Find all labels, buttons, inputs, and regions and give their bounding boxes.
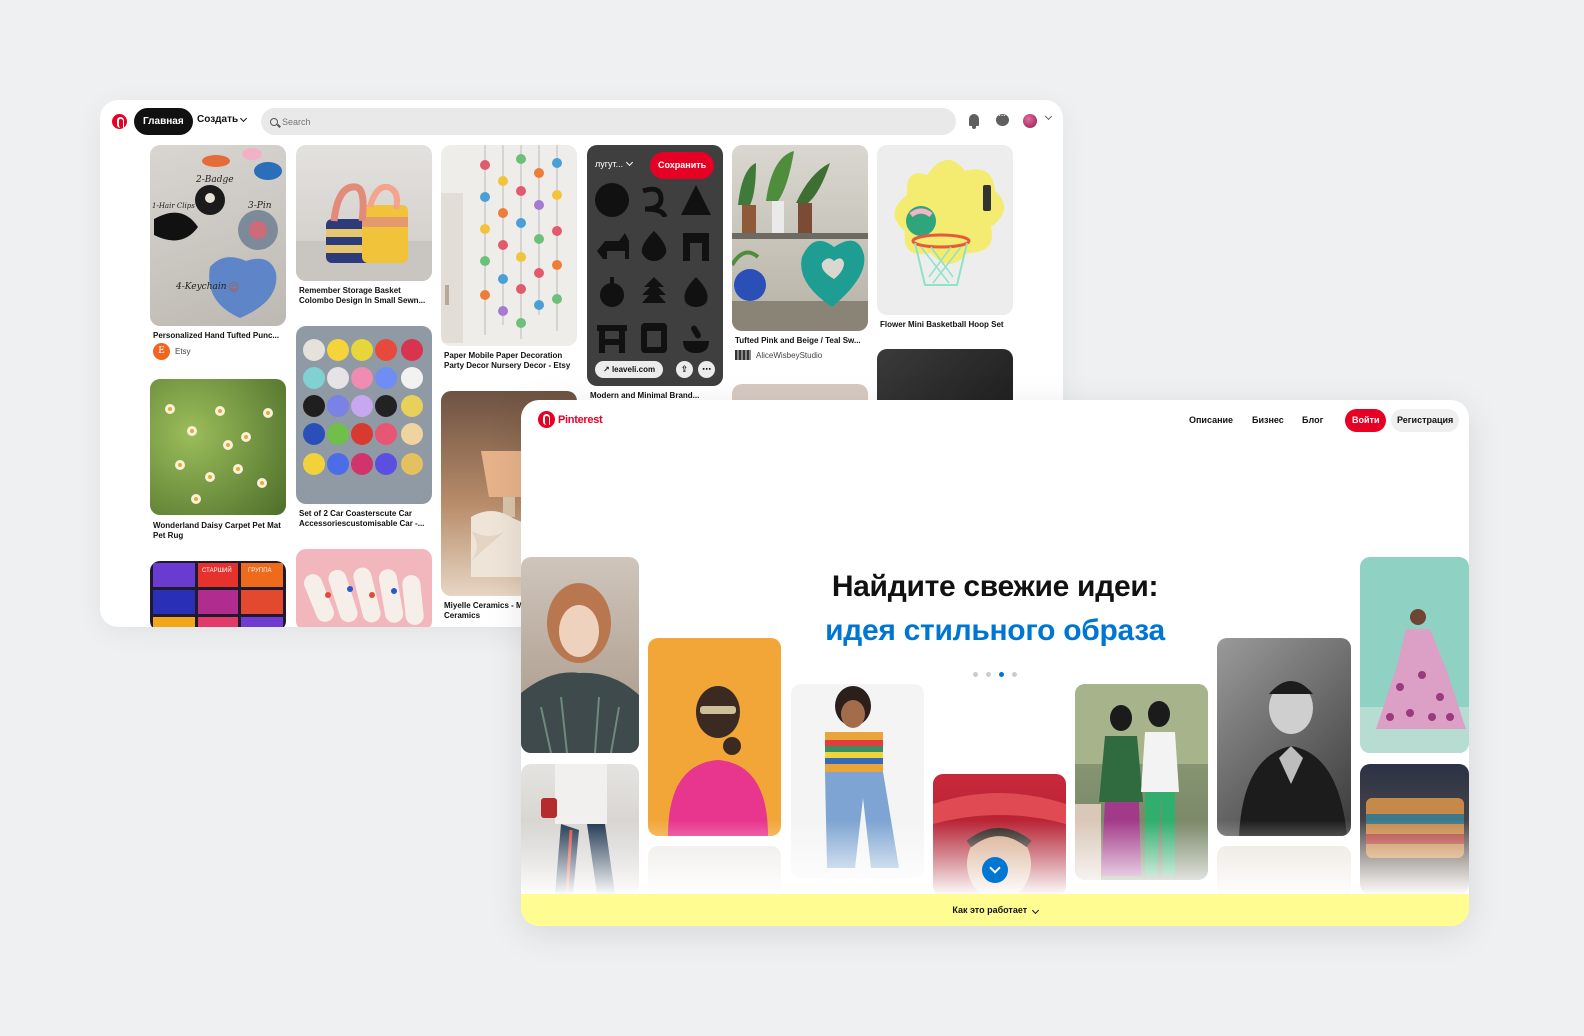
pin-source[interactable]: E Etsy [153, 343, 191, 360]
plants-heart-illustration [732, 151, 868, 331]
etsy-logo-icon: E [153, 343, 170, 360]
pin-image-posters[interactable]: СТАРШИЙ ГРУППА [150, 561, 286, 627]
woman-floral-dress-illustration [1360, 609, 1469, 753]
pinterest-logo-icon [538, 411, 555, 428]
how-it-works-bar[interactable]: Как это работает [521, 894, 1469, 926]
man-bw-illustration [1239, 681, 1347, 836]
daisy-rug-illustration [165, 404, 273, 504]
photo-man-pink-sweater [648, 638, 781, 836]
carousel-dot-active[interactable] [999, 672, 1004, 677]
signup-button[interactable]: Регистрация [1391, 409, 1460, 432]
pin-image-brand-shapes[interactable]: лугут... Сохранить ↗ leaveli.com ⇪ ⋯ [587, 145, 723, 386]
nails-illustration [304, 567, 424, 625]
badge-text: 2-Badge [195, 175, 234, 185]
how-it-works-label: Как это работает [952, 905, 1028, 915]
search-icon [270, 117, 278, 126]
nav-create-button[interactable]: Создать [197, 114, 248, 125]
arrow-up-right-icon: ↗ [603, 365, 612, 374]
woman-plaid-illustration [521, 583, 639, 753]
avatar[interactable] [1023, 114, 1037, 128]
chevron-down-icon[interactable] [1044, 112, 1053, 121]
chevron-down-icon [240, 114, 248, 122]
man-pink-sweater-illustration [668, 686, 768, 836]
search-input[interactable]: Search [261, 108, 956, 135]
brand-shapes-grid [595, 183, 715, 355]
scroll-down-button[interactable] [982, 857, 1008, 883]
pin-source-label: Etsy [175, 347, 191, 356]
pin-title[interactable]: Flower Mini Basketball Hoop Set [880, 320, 1016, 330]
coasters-illustration [303, 339, 423, 475]
pin-title[interactable]: Set of 2 Car Coasterscute Car Accessorie… [299, 509, 435, 529]
poster-text: СТАРШИЙ [202, 566, 232, 574]
carousel-dots [973, 672, 1017, 677]
nav-about-link[interactable]: Описание [1189, 415, 1233, 425]
pin-title[interactable]: Paper Mobile Paper Decoration Party Deco… [444, 351, 580, 371]
basket-illustration [296, 183, 432, 281]
share-icon[interactable]: ⇪ [676, 361, 693, 378]
pin-image-basketball-hoop[interactable] [877, 145, 1013, 315]
pin-image-tufted[interactable]: ☺ 2-Badge 1-Hair Clips 3-Pin 4-Keychain [150, 145, 286, 326]
chevron-down-icon [1031, 906, 1039, 915]
pin-image-daisy-rug[interactable] [150, 379, 286, 515]
save-pin-button[interactable]: Сохранить [650, 152, 715, 179]
nav-business-link[interactable]: Бизнес [1252, 415, 1284, 425]
pin-image-paper-mobile[interactable] [441, 145, 577, 346]
paper-mobile-illustration [441, 145, 562, 343]
pin-image-nails[interactable] [296, 549, 432, 627]
brand-name: Pinterest [558, 413, 603, 426]
nav-home-button[interactable]: Главная [134, 108, 193, 135]
hair-clips-text: 1-Hair Clips [152, 202, 195, 210]
carousel-dot[interactable] [973, 672, 978, 677]
photo-woman-plaid [521, 557, 639, 753]
pin-link-label: leaveli.com [611, 365, 656, 374]
brand-logo[interactable]: Pinterest [538, 411, 603, 428]
carousel-dot[interactable] [1012, 672, 1017, 677]
svg-text:☺: ☺ [228, 281, 239, 294]
pin-title[interactable]: Tufted Pink and Beige / Teal Sw... [735, 336, 871, 346]
tufted-items-illustration: ☺ 2-Badge 1-Hair Clips 3-Pin 4-Keychain [152, 148, 282, 318]
nav-blog-link[interactable]: Блог [1302, 415, 1323, 425]
pin-title[interactable]: Wonderland Daisy Carpet Pet Mat Pet Rug [153, 521, 289, 541]
bell-icon[interactable] [969, 114, 979, 129]
message-icon[interactable] [996, 110, 1009, 126]
pin-title[interactable]: Personalized Hand Tufted Punc... [153, 331, 289, 341]
photo-man-bw [1217, 638, 1351, 836]
pin-image-coasters[interactable] [296, 326, 432, 504]
pin-title[interactable]: Remember Storage Basket Colombo Design I… [299, 286, 435, 306]
posters-illustration: СТАРШИЙ ГРУППА [153, 563, 283, 627]
pin-source[interactable]: AliceWisbeyStudio [735, 350, 822, 360]
carousel-dot[interactable] [986, 672, 991, 677]
nav-create-label: Создать [197, 114, 239, 125]
hero-title: Найдите свежие идеи: [831, 570, 1159, 603]
pin-source-label: AliceWisbeyStudio [756, 350, 823, 360]
poster-text: ГРУППА [248, 568, 272, 574]
feed-header: Главная Создать Search [100, 100, 1063, 142]
pinterest-logo-icon[interactable] [112, 114, 127, 129]
board-select[interactable]: лугут... [595, 158, 634, 169]
login-button[interactable]: Войти [1345, 409, 1387, 432]
studio-logo-icon [735, 350, 751, 360]
more-options-icon[interactable]: ⋯ [698, 361, 715, 378]
keychain-text: 4-Keychain [175, 282, 227, 292]
search-placeholder: Search [282, 116, 311, 127]
pin-text: 3-Pin [248, 201, 272, 211]
basketball-hoop-illustration [894, 159, 1005, 286]
landing-window: Pinterest Описание Бизнес Блог Войти Рег… [521, 400, 1469, 926]
board-select-label: лугут... [595, 159, 624, 169]
pin-link-button[interactable]: ↗ leaveli.com [595, 361, 664, 378]
photo-woman-floral-dress [1360, 557, 1469, 753]
pin-image-tufted-heart[interactable] [732, 145, 868, 331]
chevron-down-icon [626, 158, 634, 167]
pin-image-basket[interactable] [296, 145, 432, 281]
